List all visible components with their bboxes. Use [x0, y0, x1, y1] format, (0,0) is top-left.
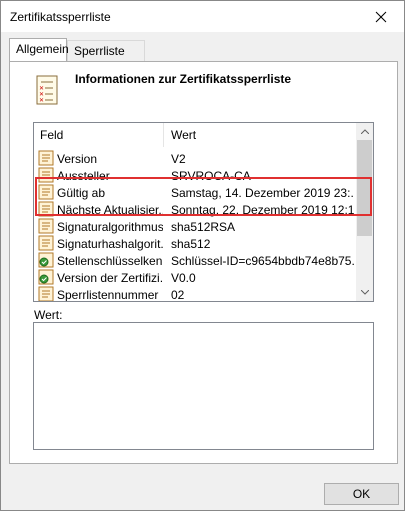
row-value: SRVROCA-CA — [171, 168, 251, 183]
row-value: V2 — [171, 151, 186, 166]
column-header-value[interactable]: Wert — [165, 123, 356, 147]
tab-revocation-list[interactable]: Sperrliste — [67, 40, 145, 61]
scrollbar-thumb[interactable] — [357, 140, 372, 236]
row-field: Signaturalgorithmus — [57, 219, 163, 234]
chevron-up-icon — [360, 129, 369, 134]
certificate-field-icon — [38, 150, 54, 166]
vertical-scrollbar[interactable] — [356, 123, 373, 301]
field-list[interactable]: Feld Wert Version V2 Aussteller SRVROCA-CA G… — [33, 122, 374, 302]
certificate-field-icon — [38, 184, 54, 200]
table-row[interactable]: Version der Zertifizi... V0.0 — [34, 269, 356, 286]
certificate-field-icon — [38, 201, 54, 217]
table-row[interactable]: Nächste Aktualisier... Sonntag, 22. Dezem… — [34, 201, 356, 218]
row-field: Version der Zertifizi... — [57, 270, 163, 285]
ok-button[interactable]: OK — [324, 483, 399, 505]
row-value: sha512 — [171, 236, 211, 251]
crl-document-icon: ✕ ✕ ✕ — [36, 75, 58, 105]
list-rows: Version V2 Aussteller SRVROCA-CA Gültig ab Sa… — [34, 150, 356, 302]
extension-icon — [38, 269, 54, 285]
row-value: Schlüssel-ID=c9654bbdb74e8b75... — [171, 253, 354, 268]
list-header: Feld Wert — [34, 123, 356, 147]
close-icon — [375, 11, 387, 22]
certificate-field-icon — [38, 218, 54, 234]
certificate-field-icon — [38, 235, 54, 251]
scroll-up-button[interactable] — [356, 123, 373, 140]
row-field: Version — [57, 151, 98, 166]
window-title: Zertifikatssperrliste — [10, 10, 111, 24]
column-header-field[interactable]: Feld — [34, 123, 164, 147]
row-field: Aussteller — [57, 168, 110, 183]
row-value: sha512RSA — [171, 219, 236, 234]
row-value: V0.0 — [171, 270, 196, 285]
row-value: Samstag, 14. Dezember 2019 23:... — [171, 185, 354, 200]
table-row[interactable]: Sperrlistennummer 02 — [34, 286, 356, 302]
row-field: Stellenschlüsselken... — [57, 253, 163, 268]
table-row[interactable]: Version V2 — [34, 150, 356, 167]
row-field: Sperrlistennummer — [57, 287, 159, 302]
table-row[interactable]: Aussteller SRVROCA-CA — [34, 167, 356, 184]
table-row[interactable]: Signaturhashalgorit... sha512 — [34, 235, 356, 252]
row-value: 02 — [171, 287, 185, 302]
row-value: Sonntag, 22. Dezember 2019 12:1... — [171, 202, 354, 217]
scroll-down-button[interactable] — [356, 284, 373, 301]
extension-icon — [38, 252, 54, 268]
chevron-down-icon — [360, 290, 369, 295]
title-bar: Zertifikatssperrliste — [1, 1, 404, 32]
certificate-field-icon — [38, 286, 54, 301]
tab-general[interactable]: Allgemein — [9, 38, 69, 61]
close-button[interactable] — [358, 1, 404, 32]
row-field: Signaturhashalgorit... — [57, 236, 163, 251]
row-field: Gültig ab — [57, 185, 106, 200]
certificate-field-icon — [38, 167, 54, 183]
row-field: Nächste Aktualisier... — [57, 202, 163, 217]
value-detail-box[interactable] — [33, 322, 374, 450]
table-row[interactable]: Gültig ab Samstag, 14. Dezember 2019 23:.… — [34, 184, 356, 201]
tab-panel: ✕ ✕ ✕ Informationen zur Zertifikatssperr… — [9, 61, 398, 464]
dialog-window: Zertifikatssperrliste Allgemein Sperrlis… — [0, 0, 405, 511]
svg-text:✕: ✕ — [39, 97, 44, 104]
table-row[interactable]: Stellenschlüsselken... Schlüssel-ID=c9654… — [34, 252, 356, 269]
value-label: Wert: — [34, 308, 63, 322]
page-title: Informationen zur Zertifikatssperrliste — [75, 72, 292, 86]
table-row[interactable]: Signaturalgorithmus sha512RSA — [34, 218, 356, 235]
